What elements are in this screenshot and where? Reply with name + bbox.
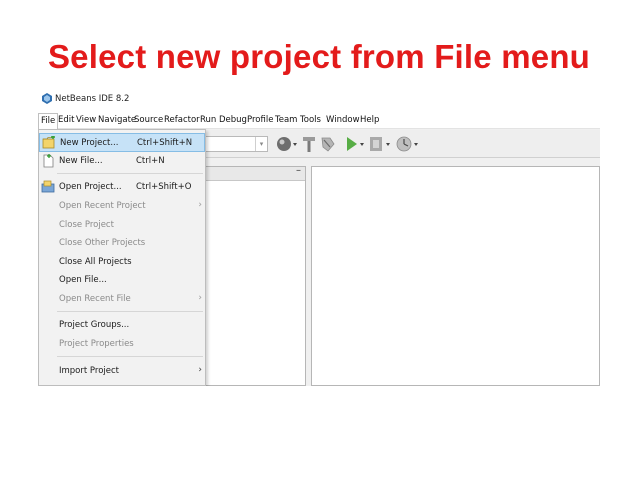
chevron-right-icon: ›: [198, 365, 202, 375]
projects-panel[interactable]: –: [201, 165, 306, 386]
chevron-right-icon: ›: [198, 293, 202, 303]
menu-profile[interactable]: Profile: [247, 115, 273, 125]
netbeans-icon: [42, 93, 52, 104]
profile-icon[interactable]: [396, 135, 422, 153]
menu-view[interactable]: View: [76, 115, 96, 125]
projects-panel-header: –: [202, 165, 305, 181]
menu-file[interactable]: File: [38, 113, 59, 129]
window-titlebar: NetBeans IDE 8.2: [38, 86, 600, 112]
file-menu-dropdown: New Project... Ctrl+Shift+N New File... …: [38, 129, 206, 386]
menu-item-project-groups[interactable]: Project Groups...: [39, 316, 205, 335]
chevron-right-icon: ›: [198, 200, 202, 210]
menu-separator: [57, 356, 203, 357]
menu-item-close-project[interactable]: Close Project: [39, 216, 205, 235]
menu-separator: [57, 311, 203, 312]
menu-tools[interactable]: Tools: [300, 115, 321, 125]
menu-team[interactable]: Team: [275, 115, 297, 125]
menu-run[interactable]: Run: [200, 115, 216, 125]
menu-item-close-other-projects[interactable]: Close Other Projects: [39, 234, 205, 253]
configuration-combo[interactable]: ▾: [198, 136, 268, 152]
menu-debug[interactable]: Debug: [219, 115, 247, 125]
chevron-down-icon[interactable]: ▾: [255, 137, 267, 151]
menu-source[interactable]: Source: [134, 115, 163, 125]
netbeans-window: NetBeans IDE 8.2 File Edit View Navigate…: [38, 86, 600, 386]
new-project-icon: [42, 136, 55, 149]
debug-icon[interactable]: [368, 135, 394, 153]
menu-item-open-recent-file[interactable]: Open Recent File ›: [39, 290, 205, 309]
run-icon[interactable]: [344, 135, 366, 153]
menu-window[interactable]: Window: [326, 115, 360, 125]
new-file-icon: [43, 154, 54, 168]
menu-item-open-recent-project[interactable]: Open Recent Project ›: [39, 197, 205, 216]
menu-item-new-file[interactable]: New File... Ctrl+N: [39, 152, 205, 171]
build-icon[interactable]: [320, 135, 336, 153]
editor-area[interactable]: [311, 166, 600, 386]
menu-item-import-project[interactable]: Import Project ›: [39, 362, 205, 381]
clean-build-icon[interactable]: [302, 135, 316, 153]
menu-bar: File Edit View Navigate Source Refactor …: [38, 112, 600, 129]
menu-refactor[interactable]: Refactor: [164, 115, 200, 125]
minimize-icon[interactable]: –: [296, 165, 301, 176]
menu-edit[interactable]: Edit: [58, 115, 74, 125]
menu-navigate[interactable]: Navigate: [98, 115, 136, 125]
menu-item-project-properties[interactable]: Project Properties: [39, 335, 205, 354]
open-project-icon: [41, 180, 55, 193]
window-title: NetBeans IDE 8.2: [55, 94, 130, 104]
menu-help[interactable]: Help: [360, 115, 379, 125]
menu-item-open-file[interactable]: Open File...: [39, 271, 205, 290]
menu-separator: [57, 173, 203, 174]
slide-title: Select new project from File menu: [47, 38, 591, 75]
menu-item-new-project[interactable]: New Project... Ctrl+Shift+N: [39, 133, 205, 152]
menu-item-close-all-projects[interactable]: Close All Projects: [39, 253, 205, 272]
globe-icon[interactable]: [276, 135, 298, 153]
menu-item-open-project[interactable]: Open Project... Ctrl+Shift+O: [39, 178, 205, 197]
